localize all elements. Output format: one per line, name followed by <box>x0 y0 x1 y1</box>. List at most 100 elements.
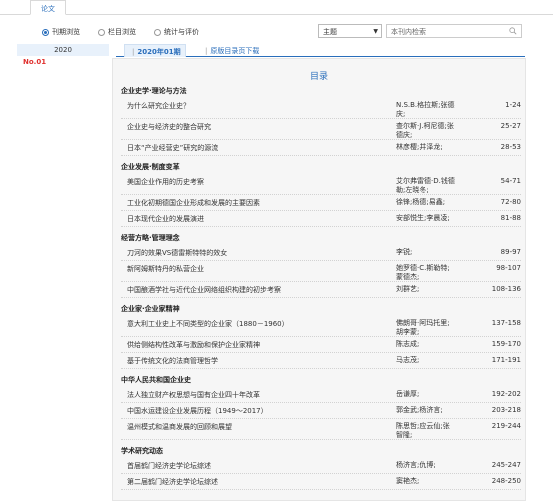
toc-article-row[interactable]: 工业化初期德国企业形成和发展的主要因素 徐锋;杨德;易鑫; 72-80 <box>121 195 521 211</box>
article-pages: 108-136 <box>491 285 521 293</box>
toc-article-row[interactable]: 法人独立财产权思想与国有企业四十年改革 岳谦厚; 192-202 <box>121 387 521 403</box>
year-sidebar: 2020 No.01 <box>17 44 109 68</box>
radio-by-column[interactable]: 栏目浏览 <box>98 27 136 37</box>
tab-papers[interactable]: 论文 <box>30 0 66 15</box>
article-pages: 248-250 <box>491 477 521 485</box>
article-author[interactable]: 杨济言;仇博; <box>396 461 456 470</box>
article-title[interactable]: 首届鹤门经济史学论坛综述 <box>127 461 211 471</box>
article-title[interactable]: 第二届鹤门经济史学论坛综述 <box>127 477 218 487</box>
radio-label: 栏目浏览 <box>108 28 136 36</box>
search-icon[interactable] <box>509 27 517 35</box>
article-pages: 28-53 <box>500 143 521 151</box>
toc-section-heading: 学术研究动态 <box>121 447 163 455</box>
article-author[interactable]: 郭金武;杨济言; <box>396 406 456 415</box>
article-title[interactable]: 基于传统文化的法商管理哲学 <box>127 356 218 366</box>
toc-article-row[interactable]: 新阿姆斯特丹的私营企业 她罗德·C.斯勒特;蒙德杰; 98-107 <box>121 261 521 282</box>
radio-by-issue[interactable]: 刊期浏览 <box>42 27 80 37</box>
radio-label: 统计与评价 <box>164 28 199 36</box>
link-label: 原版目录页下载 <box>210 47 260 55</box>
table-of-contents: 目录 企业史学·理论与方法 为什么研究企业史？ N.S.B.格拉斯;张德庆; 1-24… <box>112 58 526 501</box>
article-pages: 1-24 <box>505 101 521 109</box>
search-field-select[interactable]: 主题 ▼ <box>318 24 382 38</box>
toc-article-row[interactable]: 日本现代企业的发展演进 安部悦生;李晨凌; 81-88 <box>121 211 521 227</box>
article-author[interactable]: 她罗德·C.斯勒特;蒙德杰; <box>396 264 456 282</box>
article-author[interactable]: N.S.B.格拉斯;张德庆; <box>396 101 456 119</box>
article-pages: 159-170 <box>491 340 521 348</box>
article-title[interactable]: 企业史与经济史的整合研究 <box>127 122 211 132</box>
article-title[interactable]: 温州模式和温商发展的回顾和展望 <box>127 422 232 432</box>
top-tab-bar: 论文 <box>0 0 553 15</box>
toc-article-row[interactable]: 基于传统文化的法商管理哲学 马志茂; 171-191 <box>121 353 521 369</box>
article-pages: 54-71 <box>500 177 521 185</box>
article-title[interactable]: 日本“产业经营史”研究的源流 <box>127 143 218 153</box>
article-pages: 137-158 <box>491 319 521 327</box>
toc-article-row[interactable]: 首届鹤门经济史学论坛综述 杨济言;仇博; 245-247 <box>121 458 521 474</box>
article-title[interactable]: 工业化初期德国企业形成和发展的主要因素 <box>127 198 260 208</box>
search-placeholder: 本刊内检索 <box>391 28 426 36</box>
article-pages: 245-247 <box>491 461 521 469</box>
article-title[interactable]: 意大利工业史上不同类型的企业家（1880－1960） <box>127 319 289 329</box>
article-pages: 81-88 <box>500 214 521 222</box>
caret-down-icon: ▼ <box>373 28 378 35</box>
issue-tab-bar: | 2020年01期 | 原版目录页下载 <box>116 44 525 57</box>
article-pages: 98-107 <box>496 264 521 272</box>
article-pages: 192-202 <box>491 390 521 398</box>
issue-item[interactable]: No.01 <box>17 56 109 68</box>
article-author[interactable]: 窦艳杰; <box>396 477 456 486</box>
year-item[interactable]: 2020 <box>17 44 109 56</box>
filter-bar: 刊期浏览 栏目浏览 统计与评价 主题 ▼ 本刊内检索 <box>0 22 553 42</box>
article-author[interactable]: 岳谦厚; <box>396 390 456 399</box>
toc-section-heading: 中华人民共和国企业史 <box>121 376 191 384</box>
toc-article-row[interactable]: 刀河的效果VS德雷斯特特的效女 李锐; 89-97 <box>121 245 521 261</box>
article-pages: 171-191 <box>491 356 521 364</box>
toc-section-heading: 经营方略·管理理念 <box>121 234 180 242</box>
toc-article-row[interactable]: 供给侧结构性改革与激励和保护企业家精神 陈志成; 159-170 <box>121 337 521 353</box>
article-author[interactable]: 陈志成; <box>396 340 456 349</box>
radio-unchecked-icon <box>98 28 105 36</box>
article-title[interactable]: 为什么研究企业史？ <box>127 101 190 111</box>
toc-article-row[interactable]: 为什么研究企业史？ N.S.B.格拉斯;张德庆; 1-24 <box>121 98 521 119</box>
article-pages: 89-97 <box>500 248 521 256</box>
article-title[interactable]: 中国水运建设企业发展历程（1949～2017） <box>127 406 268 416</box>
article-pages: 203-218 <box>491 406 521 414</box>
article-author[interactable]: 佛朗哥·阿玛托里;胡李蒙; <box>396 319 456 337</box>
article-author[interactable]: 安部悦生;李晨凌; <box>396 214 456 223</box>
article-title[interactable]: 日本现代企业的发展演进 <box>127 214 204 224</box>
toc-article-row[interactable]: 美国企业作用的历史考察 艾尔弗雷德·D.钱德勒;左晓冬; 54-71 <box>121 174 521 195</box>
article-title[interactable]: 美国企业作用的历史考察 <box>127 177 204 187</box>
radio-label: 刊期浏览 <box>52 28 80 36</box>
article-author[interactable]: 陈思哲;应云仙;张智隆; <box>396 422 456 440</box>
article-author[interactable]: 刘群艺; <box>396 285 456 294</box>
article-pages: 219-244 <box>491 422 521 430</box>
article-title[interactable]: 法人独立财产权思想与国有企业四十年改革 <box>127 390 260 400</box>
toc-article-row[interactable]: 温州模式和温商发展的回顾和展望 陈思哲;应云仙;张智隆; 219-244 <box>121 419 521 440</box>
select-value: 主题 <box>323 28 337 36</box>
article-author[interactable]: 徐锋;杨德;易鑫; <box>396 198 456 207</box>
toc-download-link[interactable]: | 原版目录页下载 <box>198 44 263 57</box>
tab-current-issue[interactable]: | 2020年01期 <box>124 44 186 57</box>
toc-article-row[interactable]: 意大利工业史上不同类型的企业家（1880－1960） 佛朗哥·阿玛托里;胡李蒙; 1… <box>121 316 521 337</box>
toc-section-heading: 企业发展·制度变革 <box>121 163 180 171</box>
search-input[interactable]: 本刊内检索 <box>386 24 522 38</box>
radio-statistics[interactable]: 统计与评价 <box>154 27 199 37</box>
radio-unchecked-icon <box>154 28 161 36</box>
article-pages: 25-27 <box>500 122 521 130</box>
article-pages: 72-80 <box>500 198 521 206</box>
toc-article-row[interactable]: 中国酿酒学社与近代企业网络组织构建的初步考察 刘群艺; 108-136 <box>121 282 521 298</box>
article-title[interactable]: 新阿姆斯特丹的私营企业 <box>127 264 204 274</box>
article-title[interactable]: 供给侧结构性改革与激励和保护企业家精神 <box>127 340 260 350</box>
article-author[interactable]: 查尔斯·J.柯尼德;张德庆; <box>396 122 456 140</box>
article-author[interactable]: 马志茂; <box>396 356 456 365</box>
toc-article-row[interactable]: 中国水运建设企业发展历程（1949～2017） 郭金武;杨济言; 203-218 <box>121 403 521 419</box>
article-title[interactable]: 刀河的效果VS德雷斯特特的效女 <box>127 248 227 258</box>
article-title[interactable]: 中国酿酒学社与近代企业网络组织构建的初步考察 <box>127 285 281 295</box>
radio-checked-icon <box>42 28 49 36</box>
toc-article-row[interactable]: 第二届鹤门经济史学论坛综述 窦艳杰; 248-250 <box>121 474 521 490</box>
article-author[interactable]: 李锐; <box>396 248 456 257</box>
toc-section-heading: 企业史学·理论与方法 <box>121 87 187 95</box>
toc-article-row[interactable]: 日本“产业经营史”研究的源流 林彦樱;井泽龙; 28-53 <box>121 140 521 156</box>
article-author[interactable]: 艾尔弗雷德·D.钱德勒;左晓冬; <box>396 177 456 195</box>
tab-label: 2020年01期 <box>137 48 181 56</box>
article-author[interactable]: 林彦樱;井泽龙; <box>396 143 456 152</box>
toc-article-row[interactable]: 企业史与经济史的整合研究 查尔斯·J.柯尼德;张德庆; 25-27 <box>121 119 521 140</box>
